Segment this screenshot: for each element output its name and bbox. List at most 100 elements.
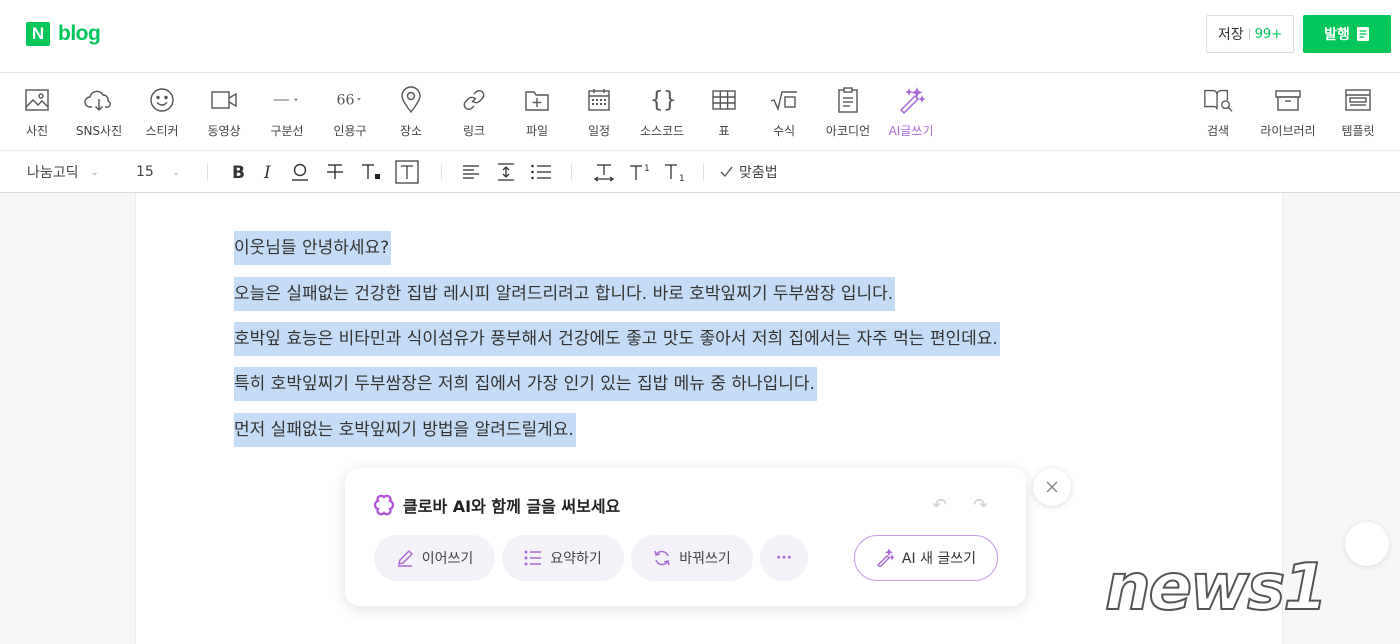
superscript-icon: 1: [630, 164, 650, 180]
divider: [207, 164, 208, 180]
photo-icon: [21, 84, 53, 116]
tool-source-code[interactable]: {} 소스코드: [629, 84, 695, 139]
tool-sticker[interactable]: 스티커: [129, 84, 195, 139]
save-label: 저장: [1217, 27, 1244, 43]
text-color-icon: [362, 164, 380, 179]
ai-panel-title: 클로바 AI와 함께 글을 써보세요: [373, 493, 620, 517]
font-size-value: 15: [136, 164, 154, 180]
summarize-button[interactable]: 요약하기: [502, 535, 624, 581]
tool-template[interactable]: 템플릿: [1325, 84, 1391, 139]
svg-text:B: B: [232, 163, 245, 181]
more-options-button[interactable]: ···: [760, 535, 808, 581]
check-icon: [720, 166, 733, 178]
selected-text: 이웃님들 안녕하세요?: [234, 231, 392, 265]
paragraph[interactable]: 이웃님들 안녕하세요?: [234, 231, 392, 265]
tool-ai-writing[interactable]: AI글쓰기: [878, 84, 944, 139]
refresh-icon: [654, 550, 670, 566]
underline-button[interactable]: [290, 152, 310, 192]
save-count-badge: 99+: [1254, 26, 1283, 42]
tool-quote[interactable]: 66 인용구: [317, 84, 383, 139]
cloud-download-icon: [83, 84, 115, 116]
strikethrough-button[interactable]: [325, 152, 345, 192]
divider-icon: [271, 84, 303, 116]
bulleted-list-icon: [531, 164, 551, 180]
subscript-button[interactable]: 1: [663, 152, 687, 192]
tool-formula[interactable]: 수식: [751, 84, 817, 139]
text-background-button[interactable]: [395, 152, 419, 192]
chevron-down-icon: ⌄: [90, 166, 99, 178]
italic-button[interactable]: I: [261, 152, 277, 192]
svg-text:{}: {}: [650, 88, 676, 113]
publish-label: 발행: [1324, 27, 1350, 43]
video-icon: [208, 84, 240, 116]
underline-icon: [292, 163, 308, 181]
text-color-button[interactable]: [360, 152, 382, 192]
archive-icon: [1272, 84, 1304, 116]
rewrite-button[interactable]: 바꿔쓰기: [631, 535, 753, 581]
paragraph[interactable]: 먼저 실패없는 호박잎찌기 방법을 알려드릴게요.: [234, 413, 576, 447]
list-button[interactable]: [530, 152, 552, 192]
undo-icon[interactable]: ↶: [932, 495, 947, 516]
paragraph[interactable]: 호박잎 효능은 비타민과 식이섬유가 풍부해서 건강에도 좋고 맛도 좋아서 저…: [234, 322, 1000, 356]
calendar-icon: [583, 84, 615, 116]
tool-video[interactable]: 동영상: [191, 84, 257, 139]
sqrt-icon: [768, 84, 800, 116]
insert-toolbar: 사진 SNS사진 스티커 동영상 구분선 66 인용구 장소 링크 파일 일정 …: [0, 74, 1400, 151]
blog-logo-text: blog: [58, 22, 101, 45]
tool-file[interactable]: 파일: [504, 84, 570, 139]
save-button[interactable]: 저장 99+: [1206, 15, 1294, 53]
subscript-icon: 1: [665, 164, 685, 182]
clova-ai-panel: 클로바 AI와 함께 글을 써보세요 ↶ ↷ 이어쓰기 요약하기 바꿔쓰기 ··…: [345, 468, 1026, 606]
font-size-select[interactable]: 15 ⌄: [136, 152, 180, 192]
character-spacing-button[interactable]: [593, 152, 615, 192]
ai-new-writing-button[interactable]: AI 새 글쓰기: [854, 535, 998, 581]
tool-photo[interactable]: 사진: [4, 84, 70, 139]
italic-icon: I: [263, 163, 271, 181]
align-button[interactable]: [462, 152, 480, 192]
tool-link[interactable]: 링크: [441, 84, 507, 139]
template-icon: [1342, 84, 1374, 116]
paragraph[interactable]: 특히 호박잎찌기 두부쌈장은 저희 집에서 가장 인기 있는 집밥 메뉴 중 하…: [234, 367, 817, 401]
divider: [441, 164, 442, 180]
strikethrough-icon: [327, 164, 343, 179]
top-bar: N blog 저장 99+ 발행: [0, 0, 1400, 73]
selected-text: 호박잎 효능은 비타민과 식이섬유가 풍부해서 건강에도 좋고 맛도 좋아서 저…: [234, 322, 1000, 356]
superscript-button[interactable]: 1: [628, 152, 652, 192]
paragraph[interactable]: 오늘은 실패없는 건강한 집밥 레시피 알려드리려고 합니다. 바로 호박잎찌기…: [234, 277, 896, 311]
tool-sns-photo[interactable]: SNS사진: [66, 84, 132, 139]
tool-divider[interactable]: 구분선: [254, 84, 320, 139]
save-divider: [1248, 28, 1250, 40]
redo-icon[interactable]: ↷: [973, 495, 988, 516]
naver-n-logo: N: [26, 22, 50, 46]
line-spacing-button[interactable]: [497, 152, 515, 192]
folder-plus-icon: [521, 84, 553, 116]
font-family-select[interactable]: 나눔고딕 ⌄: [27, 152, 99, 192]
text-background-icon: [395, 160, 419, 184]
publish-button[interactable]: 발행: [1303, 15, 1391, 53]
tool-library[interactable]: 라이브러리: [1255, 84, 1321, 139]
floating-side-button[interactable]: [1345, 522, 1389, 566]
ai-wand-icon: [876, 549, 894, 567]
tool-schedule[interactable]: 일정: [566, 84, 632, 139]
ai-panel-title-text: 클로바 AI와 함께 글을 써보세요: [403, 497, 621, 516]
document-icon: [1356, 27, 1369, 41]
tool-search[interactable]: 검색: [1185, 84, 1251, 139]
naver-blog-logo[interactable]: N blog: [26, 22, 101, 46]
tool-place[interactable]: 장소: [378, 84, 444, 139]
ai-wand-icon: [895, 84, 927, 116]
table-icon: [708, 84, 740, 116]
line-height-icon: [498, 163, 514, 181]
book-search-icon: [1202, 84, 1234, 116]
quote-icon: 66: [334, 84, 366, 116]
svg-text:1: 1: [679, 174, 685, 182]
divider: [571, 164, 572, 180]
close-ai-panel-button[interactable]: [1033, 468, 1071, 506]
continue-writing-button[interactable]: 이어쓰기: [374, 535, 495, 581]
tool-table[interactable]: 표: [691, 84, 757, 139]
tool-accordion[interactable]: 아코디언: [815, 84, 881, 139]
selected-text: 오늘은 실패없는 건강한 집밥 레시피 알려드리려고 합니다. 바로 호박잎찌기…: [234, 277, 896, 311]
bold-button[interactable]: B: [230, 152, 248, 192]
spell-check-button[interactable]: 맞춤법: [720, 152, 778, 192]
link-icon: [458, 84, 490, 116]
news1-watermark: news1: [1104, 550, 1329, 626]
